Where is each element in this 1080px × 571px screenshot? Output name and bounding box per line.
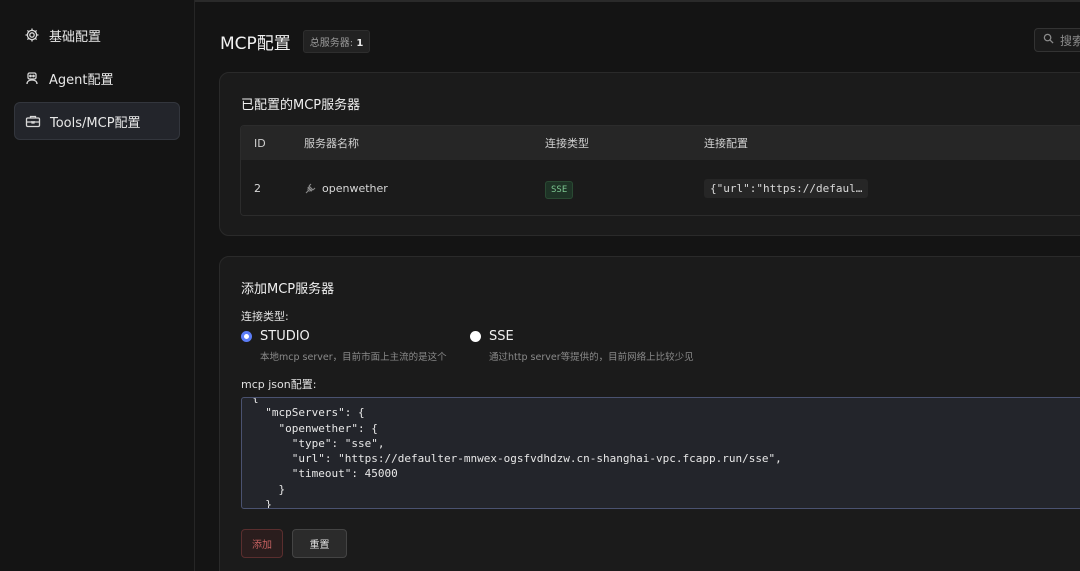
sse-type-tag: SSE [545,181,574,199]
server-count-badge: 总服务器: 1 [302,30,371,53]
json-config-textarea[interactable]: { "mcpServers": { "openwether": { "type"… [241,397,1080,509]
add-button[interactable]: 添加 [241,529,283,558]
page-header: MCP配置 总服务器: 1 [220,29,371,54]
radio-checked-icon[interactable] [241,331,252,342]
sidebar-item-label: 基础配置 [49,29,102,45]
column-header-type: 连接类型 [545,137,589,150]
sidebar-item-tools-mcp-config[interactable]: Tools/MCP配置 [14,102,180,140]
radio-studio-label: STUDIO [260,329,310,344]
app-root: 基础配置 Agent配置 Tools/MCP配置 MCP配置 总服务器: 1 搜… [0,0,1080,571]
connection-config-cell: {"url":"https://defaul… [704,179,869,198]
radio-studio-desc: 本地mcp server，目前市面上主流的是这个 [260,352,447,363]
connection-type-label: 连接类型: [241,310,289,323]
sidebar-item-label: Agent配置 [49,72,114,88]
connection-type-cell: SSE [545,181,574,199]
radio-sse-desc: 通过http server等提供的，目前网络上比较少见 [489,352,694,363]
sidebar-item-label: Tools/MCP配置 [50,115,141,131]
search-icon [1043,33,1060,47]
page-title: MCP配置 [220,34,291,54]
sidebar-item-agent-config[interactable]: Agent配置 [14,59,180,97]
sidebar: 基础配置 Agent配置 Tools/MCP配置 [0,0,195,571]
configured-servers-title: 已配置的MCP服务器 [241,98,361,113]
gear-icon [24,27,40,43]
toolbox-icon [25,113,41,129]
main-content: MCP配置 总服务器: 1 搜索 已配置的MCP服务器 ID 服务器名称 连接类… [195,0,1080,571]
json-config-value: { "mcpServers": { "openwether": { "type"… [252,397,782,509]
servers-table: ID 服务器名称 连接类型 连接配置 2 openwether SSE {"ur… [240,125,1080,216]
table-row[interactable]: 2 openwether SSE {"url":"https://defaul… [241,160,1080,215]
config-preview: {"url":"https://defaul… [704,179,869,198]
server-name: openwether [322,182,388,195]
radio-studio[interactable]: STUDIO [241,329,310,344]
sidebar-item-basic-config[interactable]: 基础配置 [14,16,180,54]
json-config-label: mcp json配置: [241,378,317,391]
server-name-cell: openwether [304,182,388,195]
column-header-id: ID [254,136,266,150]
add-server-title: 添加MCP服务器 [241,282,335,297]
configured-servers-card: 已配置的MCP服务器 ID 服务器名称 连接类型 连接配置 2 openweth… [219,72,1080,236]
server-id: 2 [254,182,261,195]
search-placeholder: 搜索 [1060,33,1080,48]
plug-icon [304,183,316,195]
radio-sse-label: SSE [489,329,514,344]
search-input[interactable]: 搜索 [1034,28,1080,52]
table-header: ID 服务器名称 连接类型 连接配置 [241,126,1080,160]
reset-button[interactable]: 重置 [292,529,347,558]
column-header-config: 连接配置 [704,137,748,150]
radio-sse[interactable]: SSE [470,329,514,344]
add-server-card: 添加MCP服务器 连接类型: STUDIO 本地mcp server，目前市面上… [219,256,1080,571]
radio-unchecked-icon[interactable] [470,331,481,342]
robot-icon [24,70,40,86]
column-header-name: 服务器名称 [304,137,359,150]
